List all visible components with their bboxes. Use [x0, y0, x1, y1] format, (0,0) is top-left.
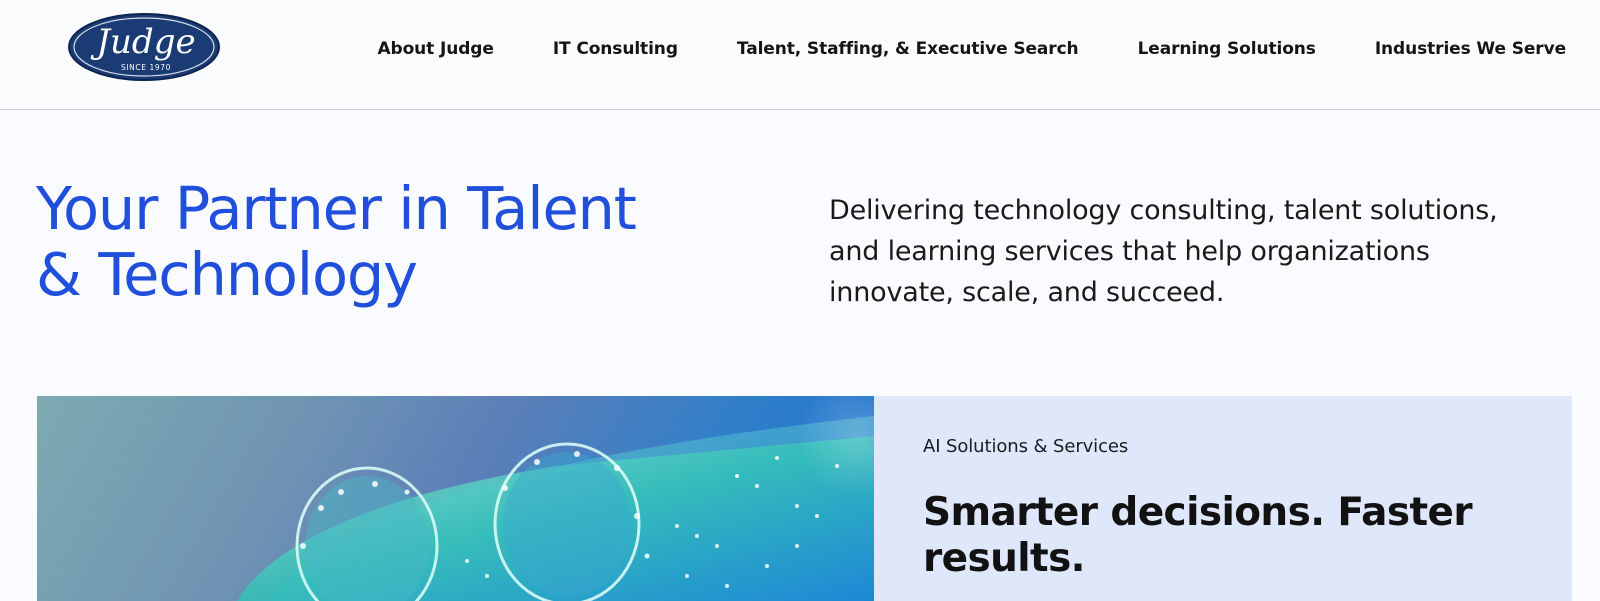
nav-item-about-judge[interactable]: About Judge — [377, 39, 493, 59]
feature-heading[interactable]: Smarter decisions. Faster results. — [923, 490, 1483, 582]
judge-logo-mark: Judge SINCE 1970 — [68, 13, 220, 81]
hero-title: Your Partner in Talent & Technology — [36, 176, 736, 308]
judge-logo[interactable]: Judge SINCE 1970 — [66, 11, 222, 83]
logo-wordmark: Judge — [90, 22, 195, 62]
nav-item-learning-solutions[interactable]: Learning Solutions — [1138, 39, 1316, 59]
nav-item-industries[interactable]: Industries We Serve — [1375, 39, 1566, 59]
feature-eyebrow: AI Solutions & Services — [923, 436, 1129, 457]
feature-text-panel: AI Solutions & Services Smarter decision… — [874, 396, 1572, 601]
fiber-optic-tubes-image — [37, 396, 874, 601]
main-nav: About Judge IT Consulting Talent, Staffi… — [377, 36, 1566, 62]
hero-title-line-2: & Technology — [36, 240, 418, 309]
nav-item-it-consulting[interactable]: IT Consulting — [553, 39, 678, 59]
nav-item-talent-staffing[interactable]: Talent, Staffing, & Executive Search — [737, 39, 1079, 59]
site-header: Judge SINCE 1970 About Judge IT Consulti… — [0, 0, 1600, 110]
logo-tagline: SINCE 1970 — [121, 63, 171, 72]
ai-solutions-feature-card[interactable]: AI Solutions & Services Smarter decision… — [37, 396, 1572, 601]
hero-description: Delivering technology consulting, talent… — [829, 195, 1498, 308]
hero-title-line-1: Your Partner in Talent — [36, 174, 637, 243]
fiber-optic-illustration — [237, 396, 874, 601]
